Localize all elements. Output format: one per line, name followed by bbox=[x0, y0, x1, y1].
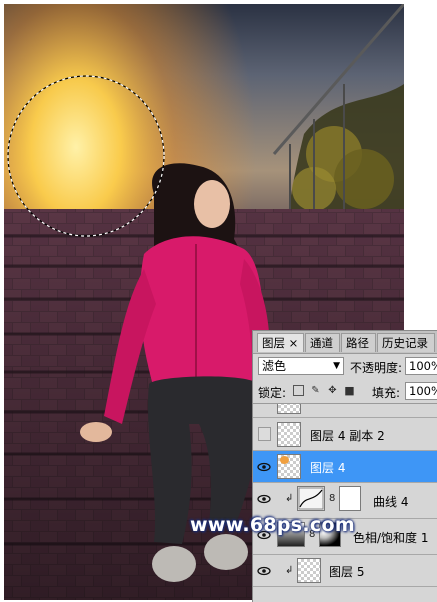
layer-thumbnail bbox=[277, 454, 301, 479]
lock-brush-icon[interactable]: ✎ bbox=[310, 385, 321, 396]
lock-move-icon[interactable]: ✥ bbox=[327, 385, 338, 396]
eye-icon[interactable] bbox=[256, 563, 272, 579]
link-icon: 8 bbox=[329, 493, 336, 504]
layer-name: 曲线 4 bbox=[373, 495, 409, 509]
layer-row-selected[interactable]: 图层 4 bbox=[253, 451, 437, 483]
tab-layers[interactable]: 图层 × bbox=[257, 333, 304, 352]
layer-row[interactable]: 图层 4 副本 2 bbox=[253, 419, 437, 451]
fill-input[interactable]: 100% bbox=[405, 382, 437, 400]
visibility-toggle[interactable] bbox=[258, 427, 271, 441]
opacity-label: 不透明度: bbox=[350, 361, 403, 375]
layer-thumbnail bbox=[277, 422, 301, 447]
chevron-down-icon: ▼ bbox=[333, 361, 340, 371]
layer-name: 色相/饱和度 1 bbox=[353, 531, 429, 545]
layers-list: 图层 4 副本 2 图层 4 ↲ 8 曲线 4 8 色相/饱和度 1 ↲ 图层 … bbox=[253, 404, 437, 602]
clip-arrow-icon: ↲ bbox=[285, 493, 294, 504]
curves-adjustment-icon bbox=[297, 486, 325, 511]
clip-arrow-icon: ↲ bbox=[285, 565, 294, 576]
panel-tabs: 图层 × 通道 路径 历史记录 bbox=[253, 331, 437, 354]
layers-panel: 图层 × 通道 路径 历史记录 滤色 ▼ 不透明度: 100% 锁定: ✎ ✥ … bbox=[252, 330, 437, 602]
layer-name: 图层 4 副本 2 bbox=[310, 429, 385, 443]
tab-history[interactable]: 历史记录 bbox=[377, 333, 435, 352]
layer-thumbnail bbox=[277, 404, 301, 414]
tab-history-label: 历史记录 bbox=[382, 336, 428, 350]
watermark: www.68ps.com bbox=[190, 514, 355, 536]
tab-channels[interactable]: 通道 bbox=[305, 333, 340, 352]
eye-icon[interactable] bbox=[256, 459, 272, 475]
blend-mode-value: 滤色 bbox=[262, 359, 287, 373]
layer-mask-thumbnail bbox=[339, 486, 361, 511]
tab-paths-label: 路径 bbox=[346, 336, 369, 350]
layer-name: 图层 4 bbox=[310, 461, 346, 475]
lock-label: 锁定: bbox=[258, 386, 287, 400]
lock-all-icon[interactable]: ■ bbox=[344, 385, 355, 396]
thumbnail-glow bbox=[280, 456, 289, 464]
layer-row[interactable]: ↲ 图层 5 bbox=[253, 555, 437, 587]
lock-transparency-icon[interactable] bbox=[293, 385, 304, 396]
tab-paths[interactable]: 路径 bbox=[341, 333, 376, 352]
opacity-input[interactable]: 100% bbox=[405, 357, 437, 375]
blend-row: 滤色 ▼ 不透明度: 100% bbox=[253, 354, 437, 378]
layer-thumbnail bbox=[297, 558, 321, 583]
tab-channels-label: 通道 bbox=[310, 336, 333, 350]
eye-icon[interactable] bbox=[256, 491, 272, 507]
fill-label: 填充: bbox=[372, 386, 401, 400]
layer-row[interactable] bbox=[253, 404, 437, 418]
lock-row: 锁定: ✎ ✥ ■ 填充: 100% bbox=[253, 379, 437, 404]
close-icon[interactable]: × bbox=[289, 336, 299, 350]
tab-layers-label: 图层 bbox=[262, 336, 285, 350]
layer-name: 图层 5 bbox=[329, 565, 365, 579]
blend-mode-select[interactable]: 滤色 ▼ bbox=[258, 357, 344, 375]
